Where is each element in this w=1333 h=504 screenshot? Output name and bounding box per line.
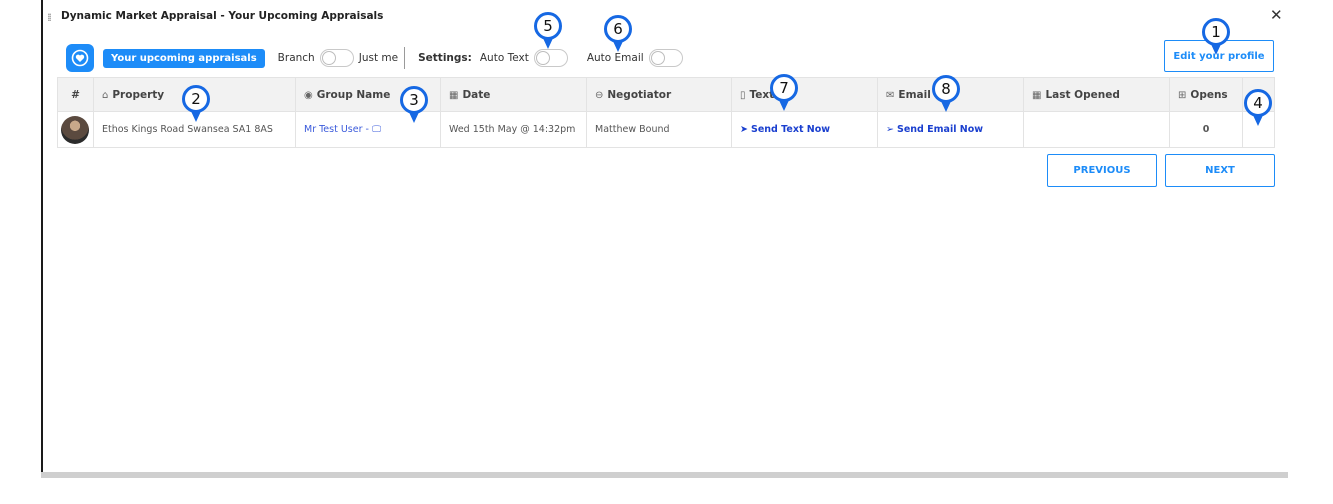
next-button[interactable]: NEXT (1165, 154, 1275, 187)
header-date[interactable]: ▦ Date (440, 77, 587, 112)
group-name-link[interactable]: Mr Test User (304, 124, 363, 135)
header-opens-label: Opens (1190, 88, 1228, 101)
grid-icon: ⊞ (1178, 89, 1187, 101)
close-icon[interactable]: ✕ (1270, 6, 1283, 24)
annotation-marker-5: 5 (534, 12, 562, 50)
avatar (61, 115, 89, 144)
home-icon: ⌂ (102, 89, 109, 101)
annotation-marker-6: 6 (604, 15, 632, 53)
last-opened-cell (1023, 111, 1170, 148)
send-text-cell: ➤ Send Text Now (731, 111, 878, 148)
avatar-cell (57, 111, 94, 148)
send-icon: ➢ (886, 124, 894, 135)
header-text[interactable]: ▯ Text (731, 77, 878, 112)
marker-number: 2 (191, 90, 201, 108)
marker-number: 3 (409, 91, 419, 109)
user-circle-icon: ◉ (304, 89, 313, 101)
send-email-now-link[interactable]: Send Email Now (897, 124, 983, 135)
auto-email-label: Auto Email (586, 52, 644, 64)
header-date-label: Date (462, 88, 491, 101)
previous-button[interactable]: PREVIOUS (1047, 154, 1157, 187)
calendar-icon: ▦ (1032, 89, 1042, 101)
tab-upcoming-appraisals[interactable]: Your upcoming appraisals (103, 48, 265, 68)
annotation-marker-8: 8 (932, 75, 960, 113)
header-last-opened-label: Last Opened (1045, 88, 1120, 101)
opens-count: 0 (1169, 111, 1243, 148)
envelope-icon: ✉ (886, 89, 895, 101)
drag-handle-icon[interactable]: ⁞⁞ (47, 11, 52, 24)
marker-number: 5 (543, 17, 553, 35)
table-row[interactable]: Ethos Kings Road Swansea SA1 8AS Mr Test… (57, 111, 1275, 148)
annotation-marker-7: 7 (770, 74, 798, 112)
marker-number: 8 (941, 80, 951, 98)
send-text-now-link[interactable]: Send Text Now (751, 124, 830, 135)
marker-number: 6 (613, 20, 623, 38)
header-negotiator-label: Negotiator (607, 88, 672, 101)
appraisals-table: # ⌂ Property ◉ Group Name ▦ Date ⊖ Negotiato… (57, 77, 1275, 148)
user-icon: ⊖ (595, 89, 604, 101)
table-header-row: # ⌂ Property ◉ Group Name ▦ Date ⊖ Negotiato… (57, 77, 1275, 112)
header-negotiator[interactable]: ⊖ Negotiator (586, 77, 732, 112)
monitor-icon[interactable]: 🖵 (372, 124, 381, 135)
header-number: # (57, 77, 94, 112)
window-bottom-border (41, 472, 1288, 478)
window-left-border (41, 0, 43, 478)
toolbar-divider (404, 47, 406, 69)
settings-label: Settings: (418, 52, 472, 64)
calendar-icon: ▦ (449, 89, 459, 101)
auto-email-toggle[interactable] (648, 49, 683, 67)
header-last-opened[interactable]: ▦ Last Opened (1023, 77, 1170, 112)
negotiator-cell: Matthew Bound (586, 111, 732, 148)
header-group-label: Group Name (316, 88, 391, 101)
branch-label: Branch (277, 52, 315, 64)
header-email-label: Email (898, 88, 931, 101)
annotation-marker-4: 4 (1244, 89, 1272, 127)
toolbar: Your upcoming appraisals Branch Just me … (66, 44, 688, 72)
annotation-marker-3: 3 (400, 86, 428, 124)
header-opens[interactable]: ⊞ Opens (1169, 77, 1243, 112)
just-me-label: Just me (358, 52, 399, 64)
auto-text-toggle[interactable] (533, 49, 568, 67)
marker-number: 1 (1211, 23, 1221, 41)
marker-number: 4 (1253, 94, 1263, 112)
marker-number: 7 (779, 79, 789, 97)
annotation-marker-2: 2 (182, 85, 210, 123)
send-email-cell: ➢ Send Email Now (877, 111, 1024, 148)
annotation-marker-1: 1 (1202, 18, 1230, 56)
send-icon: ➤ (740, 124, 748, 135)
heart-logo-icon (66, 44, 94, 72)
date-cell: Wed 15th May @ 14:32pm (440, 111, 587, 148)
mobile-icon: ▯ (740, 89, 746, 101)
window-title: Dynamic Market Appraisal - Your Upcoming… (61, 10, 384, 22)
header-property-label: Property (112, 88, 165, 101)
branch-just-me-toggle[interactable] (319, 49, 354, 67)
auto-text-label: Auto Text (479, 52, 529, 64)
